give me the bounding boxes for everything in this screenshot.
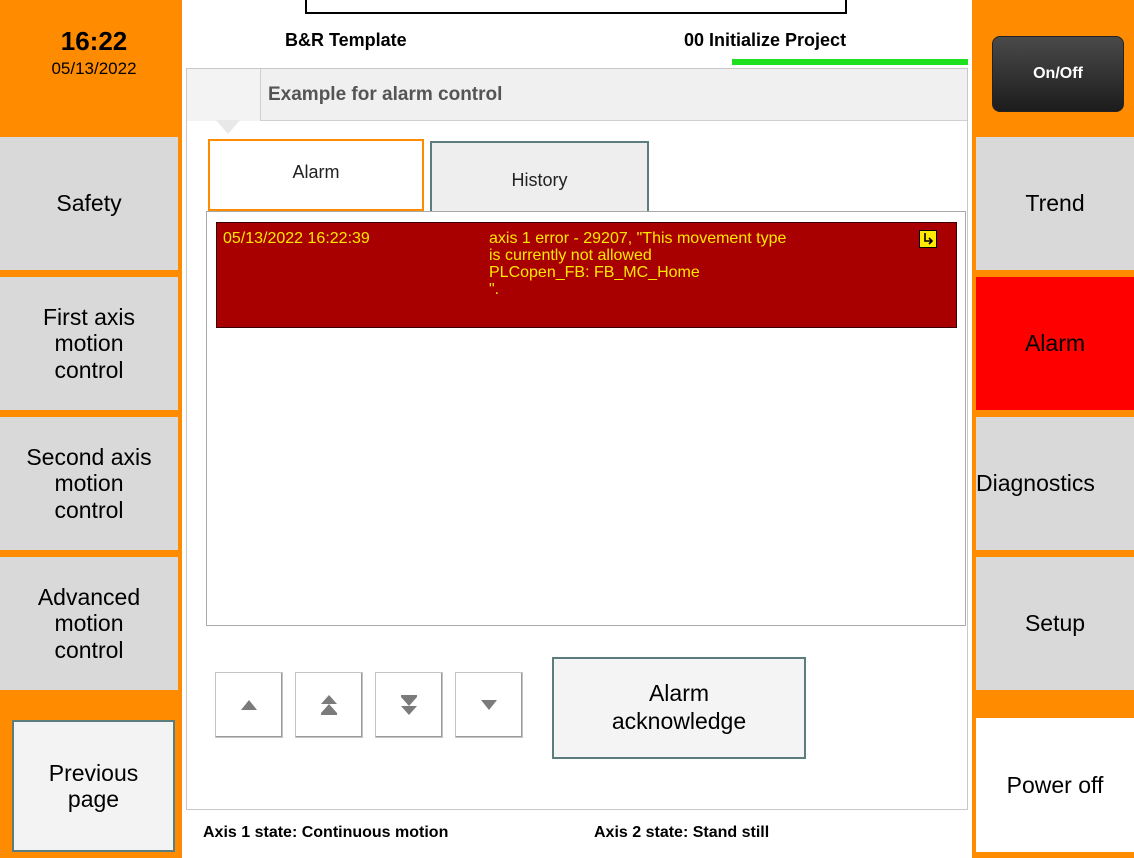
nav-advanced-motion-label: Advanced motion control [37, 583, 141, 663]
clock-date: 05/13/2022 [51, 59, 137, 78]
scroll-down-icon [481, 700, 497, 710]
scroll-down-button[interactable] [455, 672, 523, 738]
status-indicator-bar [732, 59, 968, 65]
alarm-timestamp: 05/13/2022 16:22:39 [223, 230, 370, 247]
clock-time: 16:22 [60, 26, 128, 56]
pointer-icon [216, 120, 240, 134]
scroll-up-icon [241, 700, 257, 710]
tab-history-label: History [511, 169, 568, 190]
nav-safety-label: Safety [56, 190, 122, 217]
axis2-state: Axis 2 state: Stand still [594, 824, 770, 841]
axis1-state: Axis 1 state: Continuous motion [203, 824, 449, 841]
alarm-acknowledge-button[interactable]: Alarm acknowledge [552, 657, 806, 759]
power-off-button[interactable]: Power off [976, 718, 1134, 852]
nav-first-axis-button[interactable]: First axis motion control [0, 277, 178, 410]
power-off-label: Power off [1006, 771, 1104, 798]
nav-setup-label: Setup [1024, 610, 1086, 637]
tab-history[interactable]: History [430, 141, 649, 211]
nav-setup-button[interactable]: Setup [976, 557, 1134, 690]
nav-advanced-motion-button[interactable]: Advanced motion control [0, 557, 178, 690]
header-frame [305, 0, 847, 14]
nav-diagnostics-label: Diagnostics [976, 470, 1095, 497]
nav-trend-label: Trend [1025, 190, 1085, 217]
alarm-message: axis 1 error - 29207, "This movement typ… [489, 230, 787, 298]
nav-second-axis-button[interactable]: Second axis motion control [0, 417, 178, 550]
page-name: 00 Initialize Project [684, 30, 847, 50]
nav-diagnostics-button[interactable]: Diagnostics [976, 417, 1134, 550]
previous-page-label: Previous page [48, 759, 139, 812]
nav-alarm-label: Alarm [1024, 330, 1086, 357]
nav-trend-button[interactable]: Trend [976, 137, 1134, 270]
on-off-label: On/Off [1033, 65, 1083, 82]
nav-second-axis-label: Second axis motion control [26, 443, 152, 523]
nav-first-axis-label: First axis motion control [43, 303, 135, 383]
page-title: Example for alarm control [268, 84, 503, 105]
previous-page-button[interactable]: Previous page [12, 720, 175, 852]
page-up-icon [321, 695, 337, 715]
on-off-button[interactable]: On/Off [992, 36, 1124, 112]
alarm-row[interactable]: 05/13/2022 16:22:39 axis 1 error - 29207… [216, 222, 957, 328]
nav-safety-button[interactable]: Safety [0, 137, 178, 270]
nav-alarm-button[interactable]: Alarm [976, 277, 1134, 410]
scroll-up-button[interactable] [215, 672, 283, 738]
unacknowledged-icon [919, 230, 937, 248]
clock-panel: 16:22 05/13/2022 [10, 10, 178, 130]
alarm-acknowledge-label: Alarm acknowledge [611, 680, 747, 734]
project-title: B&R Template [285, 30, 407, 50]
page-down-button[interactable] [375, 672, 443, 738]
tab-alarm-label: Alarm [292, 161, 340, 182]
page-down-icon [401, 695, 417, 715]
page-up-button[interactable] [295, 672, 363, 738]
panel-header-notch [187, 69, 261, 121]
tab-alarm[interactable]: Alarm [208, 139, 424, 211]
